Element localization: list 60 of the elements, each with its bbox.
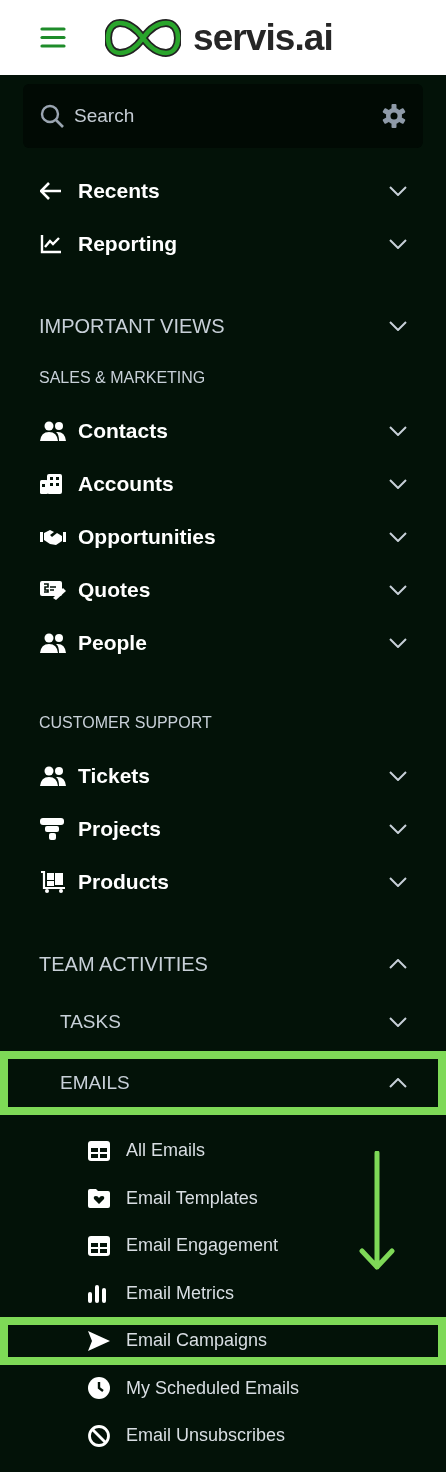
nav-item[interactable]: Recents xyxy=(0,164,446,217)
chevron-icon[interactable] xyxy=(389,637,407,648)
search-icon xyxy=(40,104,64,128)
submenu-item[interactable]: Email Unsubscribes xyxy=(88,1422,286,1450)
tag-stack-icon xyxy=(40,817,64,840)
chevron-icon[interactable] xyxy=(389,238,407,249)
clock-icon xyxy=(88,1377,110,1400)
chevron-icon[interactable] xyxy=(389,531,407,542)
arrow-left-icon xyxy=(40,181,62,200)
heart-folder-icon xyxy=(88,1188,110,1209)
section-heading[interactable]: TEAM ACTIVITIES xyxy=(39,948,389,979)
chevron-icon[interactable] xyxy=(389,1017,407,1027)
chevron-icon[interactable] xyxy=(389,584,407,595)
chevron-icon[interactable] xyxy=(389,876,407,887)
chevron-icon[interactable] xyxy=(389,958,407,969)
nav-item[interactable]: Projects xyxy=(0,802,446,855)
people-icon xyxy=(40,632,66,653)
line-chart-icon xyxy=(40,233,62,254)
search-input[interactable]: Search xyxy=(74,101,382,131)
chevron-icon[interactable] xyxy=(389,478,407,489)
chevron-icon[interactable] xyxy=(389,770,407,781)
submenu-item[interactable]: My Scheduled Emails xyxy=(88,1374,300,1402)
chevron-icon[interactable] xyxy=(389,823,407,834)
bar-chart-icon xyxy=(88,1283,106,1304)
chevron-icon[interactable] xyxy=(389,185,407,196)
submenu-item[interactable]: Email Engagement xyxy=(88,1232,279,1260)
subsection-heading[interactable]: TASKS xyxy=(60,1007,389,1037)
people-icon xyxy=(40,420,66,441)
send-icon xyxy=(88,1330,110,1351)
building-icon xyxy=(40,472,62,495)
nav-item[interactable]: Products xyxy=(0,855,446,908)
cart-boxes-icon xyxy=(40,870,66,893)
nav-item[interactable]: Quotes xyxy=(0,563,446,616)
group-heading: CUSTOMER SUPPORT xyxy=(39,713,212,733)
search-field[interactable]: Search xyxy=(23,84,423,148)
menu-icon[interactable] xyxy=(40,27,66,48)
nav-item[interactable]: People xyxy=(0,616,446,669)
subsection-heading[interactable]: EMAILS xyxy=(60,1068,389,1098)
submenu-item[interactable]: All Emails xyxy=(88,1137,205,1165)
submenu-item[interactable]: Email Metrics xyxy=(88,1279,234,1307)
handshake-icon xyxy=(40,527,66,546)
infinity-logo-icon xyxy=(105,18,181,57)
nav-item[interactable]: Tickets xyxy=(0,749,446,802)
prohibited-icon xyxy=(88,1424,110,1447)
nav-item[interactable]: Accounts xyxy=(0,457,446,510)
table-icon xyxy=(88,1235,110,1256)
nav-item[interactable]: Contacts xyxy=(0,404,446,457)
submenu-item[interactable]: Email Campaigns xyxy=(88,1327,268,1355)
chevron-icon[interactable] xyxy=(389,1078,407,1088)
group-heading: SALES & MARKETING xyxy=(39,368,206,388)
settings-icon[interactable] xyxy=(382,104,406,128)
submenu-item[interactable]: Email Templates xyxy=(88,1184,258,1212)
people-icon xyxy=(40,765,66,786)
table-icon xyxy=(88,1140,110,1161)
chevron-icon[interactable] xyxy=(389,425,407,436)
nav-item[interactable]: Reporting xyxy=(0,217,446,270)
section-heading[interactable]: IMPORTANT VIEWS xyxy=(39,310,389,341)
chevron-icon[interactable] xyxy=(389,320,407,331)
logo-text: servis.ai xyxy=(193,19,333,56)
nav-item[interactable]: Opportunities xyxy=(0,510,446,563)
